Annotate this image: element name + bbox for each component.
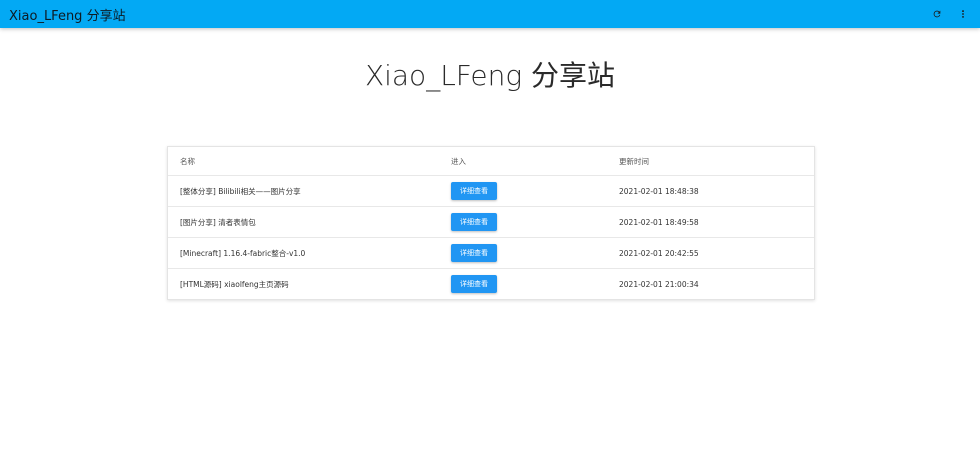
- more-vert-icon[interactable]: [956, 7, 970, 21]
- row-updated: 2021-02-01 21:00:34: [619, 279, 699, 289]
- table-header-row: 名称 进入 更新时间: [168, 147, 814, 176]
- row-action-cell: 详细查看: [439, 269, 607, 300]
- refresh-icon[interactable]: [930, 7, 944, 21]
- app-bar: Xiao_LFeng 分享站: [0, 0, 980, 28]
- page-title: Xiao_LFeng 分享站: [364, 59, 616, 92]
- share-table-card: 名称 进入 更新时间 [整体分享] Bilibili相关——图片分享 详细查看 …: [167, 146, 815, 300]
- view-details-button[interactable]: 详细查看: [451, 213, 497, 231]
- app-bar-actions: [930, 7, 970, 21]
- view-details-button[interactable]: 详细查看: [451, 182, 497, 200]
- column-header-name: 名称: [168, 147, 439, 176]
- row-updated: 2021-02-01 18:49:58: [607, 206, 814, 238]
- table-row: [HTML源码] xiaolfeng主页源码 详细查看 2021-02-01 2…: [168, 269, 814, 300]
- view-details-button[interactable]: 详细查看: [451, 275, 497, 293]
- table-row: [整体分享] Bilibili相关——图片分享 详细查看 2021-02-01 …: [168, 175, 814, 207]
- row-action-cell: 详细查看: [439, 175, 607, 207]
- column-header-updated: 更新时间: [607, 147, 814, 176]
- column-header-enter: 进入: [439, 147, 607, 176]
- app-bar-title: Xiao_LFeng 分享站: [9, 8, 126, 24]
- table-row: [Minecraft] 1.16.4-fabric整合-v1.0 详细查看 20…: [168, 237, 814, 269]
- share-table: 名称 进入 更新时间 [整体分享] Bilibili相关——图片分享 详细查看 …: [168, 147, 814, 299]
- row-action-cell: 详细查看: [439, 237, 607, 269]
- table-row: [图片分享] 清者表情包 详细查看 2021-02-01 18:49:58: [168, 206, 814, 238]
- row-action-cell: 详细查看: [439, 206, 607, 238]
- row-name: [HTML源码] xiaolfeng主页源码: [180, 279, 289, 289]
- row-name: [整体分享] Bilibili相关——图片分享: [168, 175, 439, 207]
- row-updated: 2021-02-01 20:42:55: [607, 237, 814, 269]
- row-updated: 2021-02-01 18:48:38: [607, 175, 814, 207]
- row-name: [Minecraft] 1.16.4-fabric整合-v1.0: [168, 237, 439, 269]
- view-details-button[interactable]: 详细查看: [451, 244, 497, 262]
- row-name: [图片分享] 清者表情包: [168, 206, 439, 238]
